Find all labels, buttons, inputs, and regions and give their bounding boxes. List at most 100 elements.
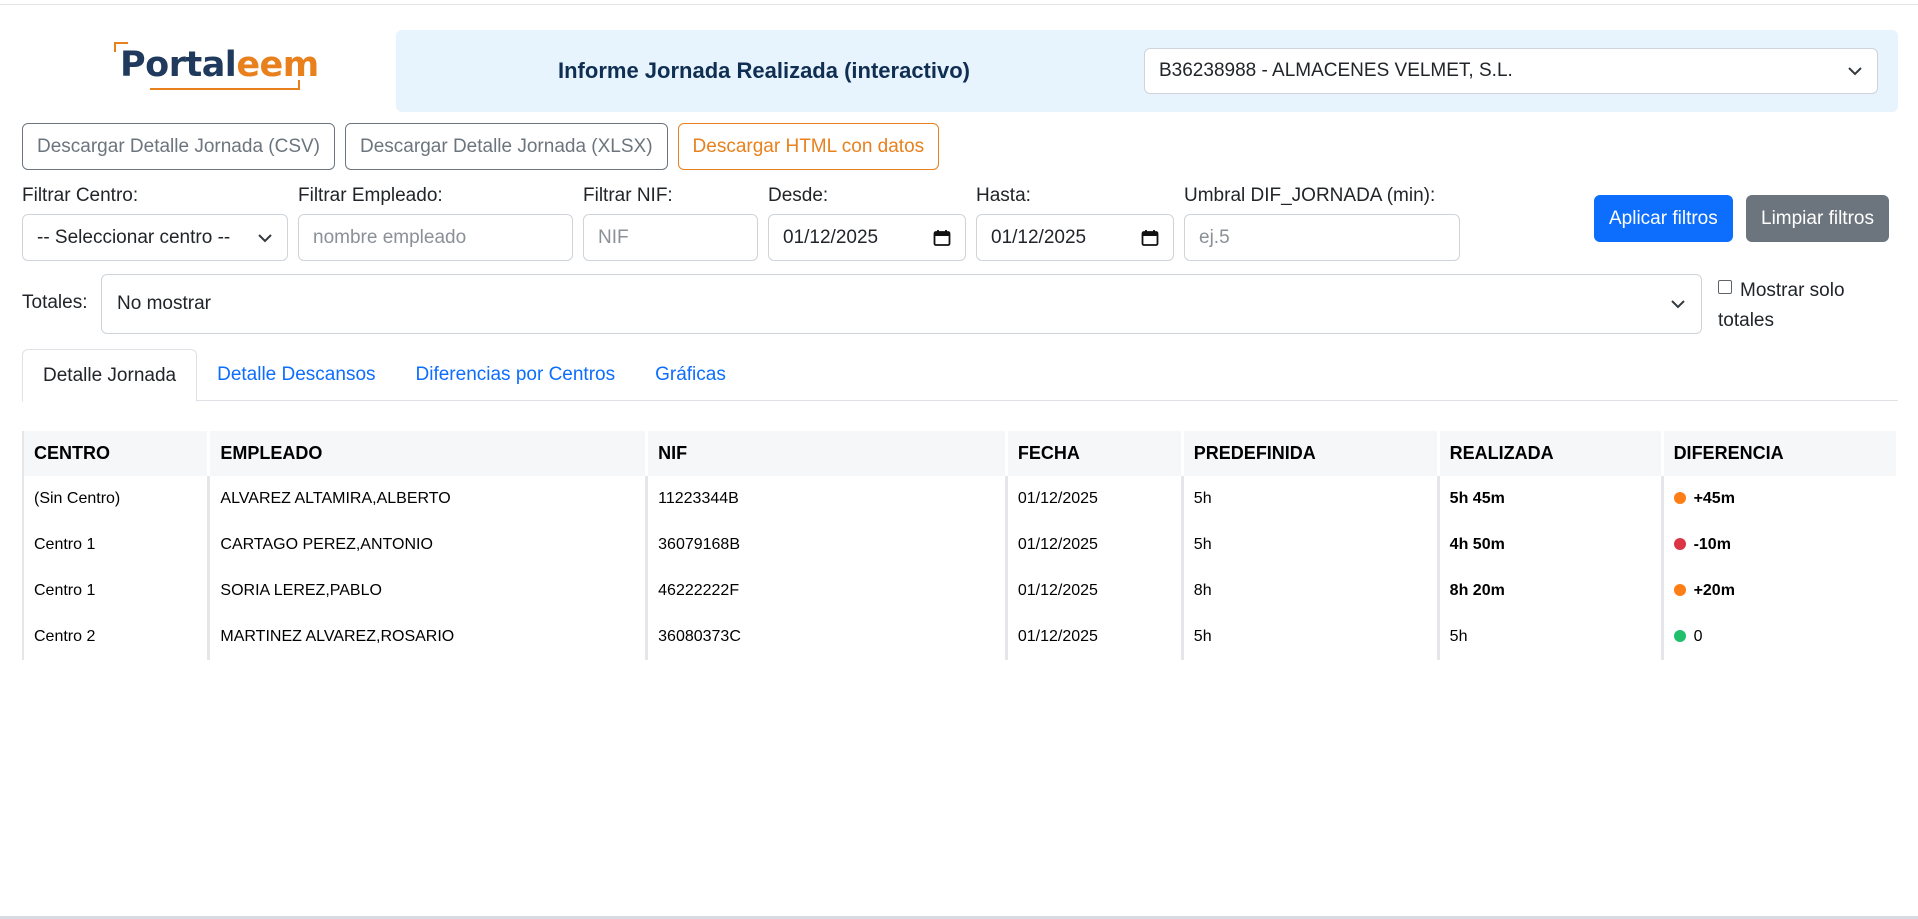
- filter-umbral-label: Umbral DIF_JORNADA (min):: [1184, 185, 1436, 206]
- logo-text-part1: Portal: [120, 45, 237, 85]
- only-totals-option: Mostrar solo totales: [1718, 276, 1888, 336]
- cell-fecha: 01/12/2025: [1004, 522, 1183, 568]
- company-select-value: B36238988 - ALMACENES VELMET, S.L.: [1159, 60, 1513, 81]
- table-row: (Sin Centro) ALVAREZ ALTAMIRA,ALBERTO 11…: [22, 476, 1896, 522]
- filter-desde-date[interactable]: 01/12/2025: [768, 214, 966, 261]
- table-header-row: CENTRO EMPLEADO NIF FECHA PREDEFINIDA RE…: [22, 431, 1896, 476]
- cell-centro: Centro 1: [22, 568, 209, 614]
- chevron-down-icon: [1671, 300, 1685, 309]
- cell-realizada: 4h 50m: [1436, 522, 1663, 568]
- table-row: Centro 1 SORIA LEREZ,PABLO 46222222F 01/…: [22, 568, 1896, 614]
- calendar-icon[interactable]: [933, 229, 951, 247]
- status-dot-icon: [1673, 584, 1686, 596]
- status-dot-icon: [1673, 538, 1686, 550]
- column-header-realizada[interactable]: REALIZADA: [1436, 431, 1663, 476]
- filter-nif: Filtrar NIF: NIF: [583, 184, 758, 261]
- download-html-button[interactable]: Descargar HTML con datos: [677, 123, 940, 170]
- cell-diferencia: +20m: [1660, 568, 1896, 614]
- download-csv-button[interactable]: Descargar Detalle Jornada (CSV): [22, 123, 336, 170]
- cell-predefinida: 8h: [1180, 568, 1439, 614]
- clear-filters-button[interactable]: Limpiar filtros: [1746, 195, 1889, 242]
- filter-desde-value: 01/12/2025: [783, 226, 879, 248]
- cell-nif: 46222222F: [645, 568, 1007, 614]
- filter-nif-placeholder: NIF: [598, 226, 629, 248]
- column-header-nif[interactable]: NIF: [645, 431, 1007, 476]
- tab-diferencias-centros[interactable]: Diferencias por Centros: [396, 349, 636, 401]
- filter-centro-value: -- Seleccionar centro --: [37, 226, 231, 248]
- report-tabs: Detalle Jornada Detalle Descansos Difere…: [22, 349, 1898, 402]
- filter-desde-label: Desde:: [768, 185, 829, 206]
- top-divider: [0, 4, 1918, 5]
- cell-diferencia-value: -10m: [1693, 536, 1731, 553]
- cell-centro: (Sin Centro): [22, 476, 209, 522]
- download-buttons: Descargar Detalle Jornada (CSV) Descarga…: [22, 123, 940, 170]
- cell-centro: Centro 1: [22, 522, 209, 568]
- only-totals-label[interactable]: Mostrar solo totales: [1718, 280, 1845, 331]
- filter-empleado: Filtrar Empleado: nombre empleado: [298, 184, 573, 261]
- cell-diferencia: -10m: [1660, 522, 1896, 568]
- cell-predefinida: 5h: [1180, 614, 1439, 660]
- filter-umbral-input[interactable]: ej.5: [1184, 214, 1460, 261]
- portaleem-logo: Portaleem: [114, 42, 319, 90]
- download-xlsx-button[interactable]: Descargar Detalle Jornada (XLSX): [345, 123, 668, 170]
- cell-realizada: 5h 45m: [1436, 476, 1663, 522]
- cell-empleado: SORIA LEREZ,PABLO: [207, 568, 647, 614]
- filter-empleado-placeholder: nombre empleado: [313, 226, 467, 248]
- cell-diferencia: 0: [1660, 614, 1896, 660]
- company-select[interactable]: B36238988 - ALMACENES VELMET, S.L.: [1144, 48, 1878, 94]
- logo-text: Portaleem: [120, 46, 319, 84]
- cell-realizada: 8h 20m: [1436, 568, 1663, 614]
- cell-realizada: 5h: [1436, 614, 1663, 660]
- table-row: Centro 1 CARTAGO PEREZ,ANTONIO 36079168B…: [22, 522, 1896, 568]
- only-totals-checkbox[interactable]: [1718, 280, 1732, 294]
- cell-diferencia-value: 0: [1693, 628, 1703, 645]
- cell-empleado: ALVAREZ ALTAMIRA,ALBERTO: [207, 476, 647, 522]
- column-header-empleado[interactable]: EMPLEADO: [207, 431, 647, 476]
- filter-hasta-value: 01/12/2025: [991, 226, 1087, 248]
- jornada-table: CENTRO EMPLEADO NIF FECHA PREDEFINIDA RE…: [22, 431, 1896, 660]
- tab-detalle-descansos[interactable]: Detalle Descansos: [197, 349, 395, 401]
- logo-text-part2: eem: [236, 45, 319, 85]
- filter-hasta-date[interactable]: 01/12/2025: [976, 214, 1174, 261]
- filter-empleado-label: Filtrar Empleado:: [298, 185, 443, 206]
- status-dot-icon: [1673, 492, 1686, 504]
- filter-empleado-input[interactable]: nombre empleado: [298, 214, 573, 261]
- cell-predefinida: 5h: [1180, 522, 1439, 568]
- cell-centro: Centro 2: [22, 614, 209, 660]
- cell-diferencia: +45m: [1660, 476, 1896, 522]
- table-row: Centro 2 MARTINEZ ALVAREZ,ROSARIO 360803…: [22, 614, 1896, 660]
- filter-nif-input[interactable]: NIF: [583, 214, 758, 261]
- header-band: Informe Jornada Realizada (interactivo) …: [396, 30, 1898, 112]
- cell-fecha: 01/12/2025: [1004, 568, 1183, 614]
- apply-filters-button[interactable]: Aplicar filtros: [1594, 195, 1733, 242]
- cell-predefinida: 5h: [1180, 476, 1439, 522]
- filter-desde: Desde: 01/12/2025: [768, 184, 966, 261]
- totals-select-value: No mostrar: [117, 293, 211, 314]
- column-header-fecha[interactable]: FECHA: [1004, 431, 1183, 476]
- cell-nif: 11223344B: [645, 476, 1007, 522]
- cell-fecha: 01/12/2025: [1004, 476, 1183, 522]
- cell-fecha: 01/12/2025: [1004, 614, 1183, 660]
- totals-label: Totales:: [22, 292, 88, 313]
- filter-umbral-placeholder: ej.5: [1199, 226, 1230, 248]
- cell-diferencia-value: +20m: [1693, 582, 1735, 599]
- cell-nif: 36080373C: [645, 614, 1007, 660]
- tab-detalle-jornada[interactable]: Detalle Jornada: [22, 349, 198, 402]
- filter-hasta-label: Hasta:: [976, 185, 1031, 206]
- cell-nif: 36079168B: [645, 522, 1007, 568]
- tab-graficas[interactable]: Gráficas: [635, 349, 746, 401]
- calendar-icon[interactable]: [1141, 229, 1159, 247]
- column-header-predefinida[interactable]: PREDEFINIDA: [1180, 431, 1439, 476]
- column-header-diferencia[interactable]: DIFERENCIA: [1660, 431, 1896, 476]
- filter-centro-select[interactable]: -- Seleccionar centro --: [22, 214, 288, 261]
- filter-hasta: Hasta: 01/12/2025: [976, 184, 1174, 261]
- cell-empleado: MARTINEZ ALVAREZ,ROSARIO: [207, 614, 647, 660]
- totals-select[interactable]: No mostrar: [101, 274, 1702, 334]
- chevron-down-icon: [258, 233, 272, 242]
- cell-diferencia-value: +45m: [1693, 490, 1735, 507]
- filter-nif-label: Filtrar NIF:: [583, 185, 673, 206]
- chevron-down-icon: [1848, 67, 1862, 76]
- filter-centro: Filtrar Centro: -- Seleccionar centro --: [22, 184, 288, 261]
- column-header-centro[interactable]: CENTRO: [22, 431, 209, 476]
- report-title: Informe Jornada Realizada (interactivo): [558, 58, 970, 83]
